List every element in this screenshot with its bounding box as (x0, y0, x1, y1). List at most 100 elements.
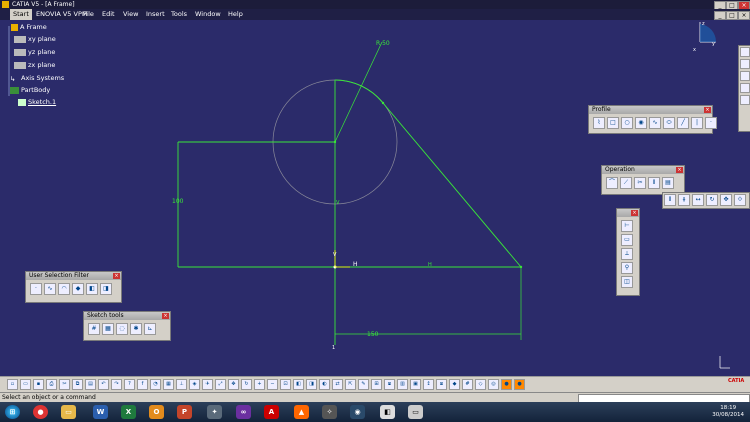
menu-insert[interactable]: Insert (146, 9, 165, 20)
feature-filter-icon[interactable]: ◧ (86, 283, 98, 295)
compass-icon[interactable]: z y x (693, 21, 717, 53)
profile-toolbar-header[interactable]: Profile × (589, 106, 712, 114)
normal-view-icon[interactable]: ⊡ (280, 379, 291, 390)
profile-icon[interactable]: ⌇ (593, 117, 605, 129)
system-clock[interactable]: 18:19 30/08/2014 (712, 405, 744, 419)
volume-filter-icon[interactable]: ◆ (72, 283, 84, 295)
rectangle-icon[interactable]: □ (607, 117, 619, 129)
offset-icon[interactable]: ⟐ (734, 194, 746, 206)
diagnosis-icon[interactable]: ◆ (449, 379, 460, 390)
menu-edit[interactable]: Edit (102, 9, 115, 20)
corner-icon[interactable]: ⌒ (606, 177, 618, 189)
open-icon[interactable]: ▭ (20, 379, 31, 390)
analysis-icon[interactable]: ◈ (189, 379, 200, 390)
geometry-icon[interactable]: ⧆ (436, 379, 447, 390)
exit-workbench-icon[interactable]: ⇱ (345, 379, 356, 390)
right-edge-toolbar[interactable] (738, 45, 750, 132)
pan-icon[interactable]: ✥ (228, 379, 239, 390)
contact-constraint-icon[interactable]: ⟂ (621, 248, 633, 260)
point-filter-icon[interactable]: · (30, 283, 42, 295)
explorer-icon[interactable]: ▭ (61, 405, 76, 419)
rotate-icon[interactable]: ↻ (241, 379, 252, 390)
tree-item-yz-plane[interactable]: yz plane (14, 48, 55, 56)
sketch-viewport[interactable]: R 50 100 150 H V H V 1 z y x A Frame xy … (0, 20, 750, 376)
close-icon[interactable]: × (676, 167, 683, 173)
spline-icon[interactable]: ∿ (649, 117, 661, 129)
slant-edge-line[interactable] (382, 102, 522, 268)
word-icon[interactable]: W (93, 405, 108, 419)
app-icon[interactable]: ✧ (322, 405, 337, 419)
user-selection-filter-header[interactable]: User Selection Filter × (26, 272, 121, 280)
operation-toolbar[interactable]: Operation × ⌒ ⟋ ✂ ⫴ ▤ (601, 165, 685, 195)
constraint-dialog-icon[interactable]: ⊢ (621, 220, 633, 232)
axis-toggle-icon[interactable]: ⊞ (371, 379, 382, 390)
construction-element-icon[interactable]: ◌ (116, 323, 128, 335)
tree-item-zx-plane[interactable]: zx plane (14, 61, 55, 69)
redo-icon[interactable]: ↷ (111, 379, 122, 390)
excel-icon[interactable]: X (121, 405, 136, 419)
measure-icon[interactable]: ⊥ (176, 379, 187, 390)
mirror-icon[interactable]: ⫴ (664, 194, 676, 206)
visu-icon[interactable]: ▥ (397, 379, 408, 390)
print-icon[interactable]: ⎙ (46, 379, 57, 390)
acrobat-icon[interactable]: A (264, 405, 279, 419)
tree-item-xy-plane[interactable]: xy plane (14, 35, 56, 43)
vlc-icon[interactable]: ▲ (294, 405, 309, 419)
circle-icon[interactable]: ○ (621, 117, 633, 129)
copy-icon[interactable]: ⧉ (72, 379, 83, 390)
center-circle-icon[interactable]: ◉ (635, 117, 647, 129)
app-icon[interactable]: ✦ (207, 405, 222, 419)
operation-toolbar-header[interactable]: Operation × (602, 166, 684, 174)
cut-icon[interactable]: ✂ (59, 379, 70, 390)
translate-icon[interactable]: ↔ (692, 194, 704, 206)
formula-icon[interactable]: f (137, 379, 148, 390)
chamfer-icon[interactable]: ⟋ (620, 177, 632, 189)
surface-filter-icon[interactable]: ◠ (58, 283, 70, 295)
cut-part-icon[interactable]: ⧈ (384, 379, 395, 390)
menu-enovia[interactable]: ENOVIA V5 VPM (36, 9, 87, 20)
user-selection-filter-toolbar[interactable]: User Selection Filter × · ∿ ◠ ◆ ◧ ◨ (25, 271, 122, 303)
close-icon[interactable]: × (162, 313, 169, 319)
profile-toolbar[interactable]: Profile × ⌇ □ ○ ◉ ∿ ⬭ ╱ | · (588, 105, 717, 134)
swap-icon[interactable]: ⇄ (332, 379, 343, 390)
hide-show-icon[interactable]: ◐ (319, 379, 330, 390)
doc-minimize-button[interactable]: _ (714, 11, 726, 20)
tool-icon[interactable] (740, 59, 750, 69)
transformation-flyout[interactable]: ⫴ ⫵ ↔ ↻ ✥ ⟐ (662, 192, 750, 209)
snap-to-point-icon[interactable]: ▦ (102, 323, 114, 335)
shading-icon[interactable]: ◨ (306, 379, 317, 390)
paste-icon[interactable]: ▤ (85, 379, 96, 390)
radius-dimension[interactable]: R 50 (376, 40, 390, 47)
outlook-icon[interactable]: O (149, 405, 164, 419)
tool-icon[interactable] (740, 95, 750, 105)
fit-all-icon[interactable]: ⤢ (215, 379, 226, 390)
grid-settings-icon[interactable]: # (462, 379, 473, 390)
close-icon[interactable]: × (113, 273, 120, 279)
axis-icon[interactable]: | (691, 117, 703, 129)
standard-element-icon[interactable]: ◇ (475, 379, 486, 390)
tree-item-axis-systems[interactable]: ↳ Axis Systems (10, 74, 64, 83)
tool-icon[interactable] (740, 83, 750, 93)
close-icon[interactable]: × (631, 210, 638, 216)
menu-tools[interactable]: Tools (171, 9, 187, 20)
fix-together-icon[interactable]: ⚲ (621, 262, 633, 274)
sketch-tools-header[interactable]: Sketch tools × (84, 312, 170, 320)
symmetry-icon[interactable]: ⫵ (678, 194, 690, 206)
menu-view[interactable]: View (123, 9, 138, 20)
powerpoint-icon[interactable]: P (177, 405, 192, 419)
save-icon[interactable]: ▪ (33, 379, 44, 390)
windows-start-icon[interactable]: ⊞ (5, 405, 20, 419)
project-3d-icon[interactable]: ▤ (662, 177, 674, 189)
constraint-toolbar-header[interactable]: × (617, 209, 639, 217)
tree-item-partbody[interactable]: PartBody (10, 86, 50, 94)
center-point[interactable] (333, 140, 337, 144)
dimension-icon[interactable]: ↕ (423, 379, 434, 390)
catia-task-icon[interactable]: ◧ (380, 405, 395, 419)
tangent-point[interactable] (381, 101, 385, 105)
point-icon[interactable]: · (705, 117, 717, 129)
tree-root[interactable]: A Frame (11, 23, 47, 31)
tool-icon[interactable] (740, 71, 750, 81)
grid-icon[interactable]: # (88, 323, 100, 335)
menu-help[interactable]: Help (228, 9, 243, 20)
corner-point[interactable] (519, 265, 523, 269)
